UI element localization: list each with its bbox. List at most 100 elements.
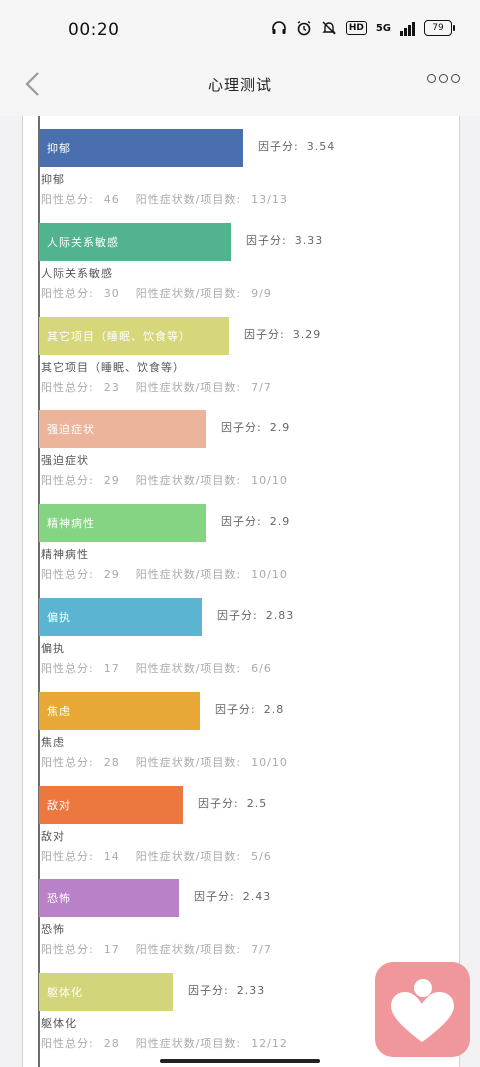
stat-label: 阳性症状数/项目数: — [135, 381, 242, 394]
factor-stats: 阳性总分: 29 阳性症状数/项目数: 10/10 — [41, 472, 304, 488]
stat-label: 阳性症状数/项目数: — [135, 474, 242, 487]
heart-person-icon — [391, 979, 454, 1042]
factor-name: 躯体化 — [41, 1017, 77, 1030]
stat-label: 阳性症状数/项目数: — [135, 850, 242, 863]
factor-item: 强迫症状 因子分: 2.9 强迫症状 阳性总分: 29 阳性症状数/项目数: 10/10 — [39, 397, 449, 491]
factor-item: 焦虑 因子分: 2.8 焦虑 阳性总分: 28 阳性症状数/项目数: 10/10 — [39, 679, 449, 773]
chart-bar: 精神病性 — [39, 504, 206, 542]
stat-value: 7/7 — [251, 943, 272, 956]
stat-value: 12/12 — [251, 1037, 288, 1050]
factor-item: 恐怖 因子分: 2.43 恐怖 阳性总分: 17 阳性症状数/项目数: 7/7 — [39, 866, 449, 960]
factor-name: 抑郁 — [41, 173, 65, 186]
status-bar: 00:20 HD 5G 79 — [0, 0, 480, 60]
factor-score: 因子分: 2.9 — [221, 513, 290, 529]
score-value: 2.9 — [269, 515, 291, 528]
stat-value: 23 — [103, 381, 120, 394]
stat-label: 阳性症状数/项目数: — [135, 1037, 242, 1050]
factor-score: 因子分: 2.33 — [188, 982, 265, 998]
score-label: 因子分: — [215, 703, 256, 716]
factor-stats: 阳性总分: 17 阳性症状数/项目数: 6/6 — [41, 660, 288, 676]
stat-value: 7/7 — [251, 381, 272, 394]
stat-value: 28 — [103, 756, 120, 769]
score-value: 2.5 — [246, 797, 268, 810]
factor-stats: 阳性总分: 17 阳性症状数/项目数: 7/7 — [41, 941, 288, 957]
stat-value: 13/13 — [251, 193, 288, 206]
chart-bar: 躯体化 — [39, 973, 173, 1011]
factor-score: 因子分: 2.8 — [215, 701, 284, 717]
stat-label: 阳性总分: — [41, 474, 94, 487]
stat-label: 阳性总分: — [41, 943, 94, 956]
bar-label: 人际关系敏感 — [47, 236, 119, 249]
bar-label: 精神病性 — [47, 517, 95, 530]
stat-label: 阳性总分: — [41, 193, 94, 206]
chart-bar: 敌对 — [39, 786, 183, 824]
stat-value: 28 — [103, 1037, 120, 1050]
factor-score: 因子分: 2.43 — [194, 888, 271, 904]
bar-label: 焦虑 — [47, 705, 71, 718]
score-label: 因子分: — [194, 890, 235, 903]
chart-bar: 偏执 — [39, 598, 202, 636]
page-title: 心理测试 — [207, 76, 272, 94]
stat-label: 阳性症状数/项目数: — [135, 287, 242, 300]
stat-value: 10/10 — [251, 568, 288, 581]
bar-label: 恐怖 — [47, 892, 71, 905]
factor-name: 敌对 — [41, 830, 65, 843]
factor-score: 因子分: 3.54 — [258, 138, 335, 154]
factor-stats: 阳性总分: 14 阳性症状数/项目数: 5/6 — [41, 848, 288, 864]
dot-icon — [439, 74, 448, 83]
stat-value: 5/6 — [251, 850, 272, 863]
stat-value: 30 — [103, 287, 120, 300]
hd-icon: HD — [345, 21, 367, 35]
factor-score: 因子分: 3.33 — [246, 232, 323, 248]
stat-value: 10/10 — [251, 756, 288, 769]
stat-label: 阳性总分: — [41, 381, 94, 394]
stat-value: 6/6 — [251, 662, 272, 675]
home-indicator — [160, 1059, 320, 1063]
factor-item: 偏执 因子分: 2.83 偏执 阳性总分: 17 阳性症状数/项目数: 6/6 — [39, 585, 449, 679]
score-label: 因子分: — [188, 984, 229, 997]
score-value: 2.33 — [236, 984, 266, 997]
stat-label: 阳性症状数/项目数: — [135, 568, 242, 581]
stat-label: 阳性总分: — [41, 662, 94, 675]
score-value: 3.54 — [306, 140, 336, 153]
bar-label: 其它项目（睡眠、饮食等） — [47, 330, 191, 343]
chart-bar: 其它项目（睡眠、饮食等） — [39, 317, 229, 355]
stat-value: 46 — [103, 193, 120, 206]
factor-name: 精神病性 — [41, 548, 89, 561]
stat-value: 17 — [103, 662, 120, 675]
heart-app-button[interactable] — [375, 962, 470, 1057]
factor-item: 其它项目（睡眠、饮食等） 因子分: 3.29 其它项目（睡眠、饮食等） 阳性总分: 23 阳… — [39, 304, 449, 398]
stat-value: 29 — [103, 474, 120, 487]
stat-value: 17 — [103, 943, 120, 956]
result-chart: 抑郁 因子分: 3.54 抑郁 阳性总分: 46 阳性症状数/项目数: 13/13 人际关系敏感… — [22, 116, 460, 1067]
factor-item: 敌对 因子分: 2.5 敌对 阳性总分: 14 阳性症状数/项目数: 5/6 — [39, 773, 449, 867]
score-label: 因子分: — [258, 140, 299, 153]
score-label: 因子分: — [244, 328, 285, 341]
factor-stats: 阳性总分: 46 阳性症状数/项目数: 13/13 — [41, 191, 304, 207]
chart-bar: 人际关系敏感 — [39, 223, 231, 261]
stat-label: 阳性症状数/项目数: — [135, 756, 242, 769]
factor-stats: 阳性总分: 29 阳性症状数/项目数: 10/10 — [41, 566, 304, 582]
factor-item: 抑郁 因子分: 3.54 抑郁 阳性总分: 46 阳性症状数/项目数: 13/13 — [39, 116, 449, 210]
factor-item: 人际关系敏感 因子分: 3.33 人际关系敏感 阳性总分: 30 阳性症状数/项目数: 9/9 — [39, 210, 449, 304]
factor-stats: 阳性总分: 28 阳性症状数/项目数: 10/10 — [41, 754, 304, 770]
stat-label: 阳性总分: — [41, 568, 94, 581]
stat-value: 10/10 — [251, 474, 288, 487]
bar-label: 偏执 — [47, 611, 71, 624]
dot-icon — [451, 74, 460, 83]
factor-item: 精神病性 因子分: 2.9 精神病性阳性总分: 29 阳性症状数/项目数: 10/10 — [39, 491, 449, 585]
factor-score: 因子分: 2.83 — [217, 607, 294, 623]
factor-name: 偏执 — [41, 642, 65, 655]
stat-label: 阳性症状数/项目数: — [135, 943, 242, 956]
score-value: 3.33 — [294, 234, 324, 247]
score-label: 因子分: — [221, 515, 262, 528]
more-options-button[interactable] — [427, 74, 460, 83]
factor-score: 因子分: 2.5 — [198, 795, 267, 811]
factor-name: 焦虑 — [41, 736, 65, 749]
score-label: 因子分: — [221, 421, 262, 434]
stat-value: 29 — [103, 568, 120, 581]
score-value: 2.9 — [269, 421, 291, 434]
network-type: 5G — [375, 22, 391, 34]
chart-bar: 抑郁 — [39, 129, 243, 167]
factor-score: 因子分: 2.9 — [221, 419, 290, 435]
